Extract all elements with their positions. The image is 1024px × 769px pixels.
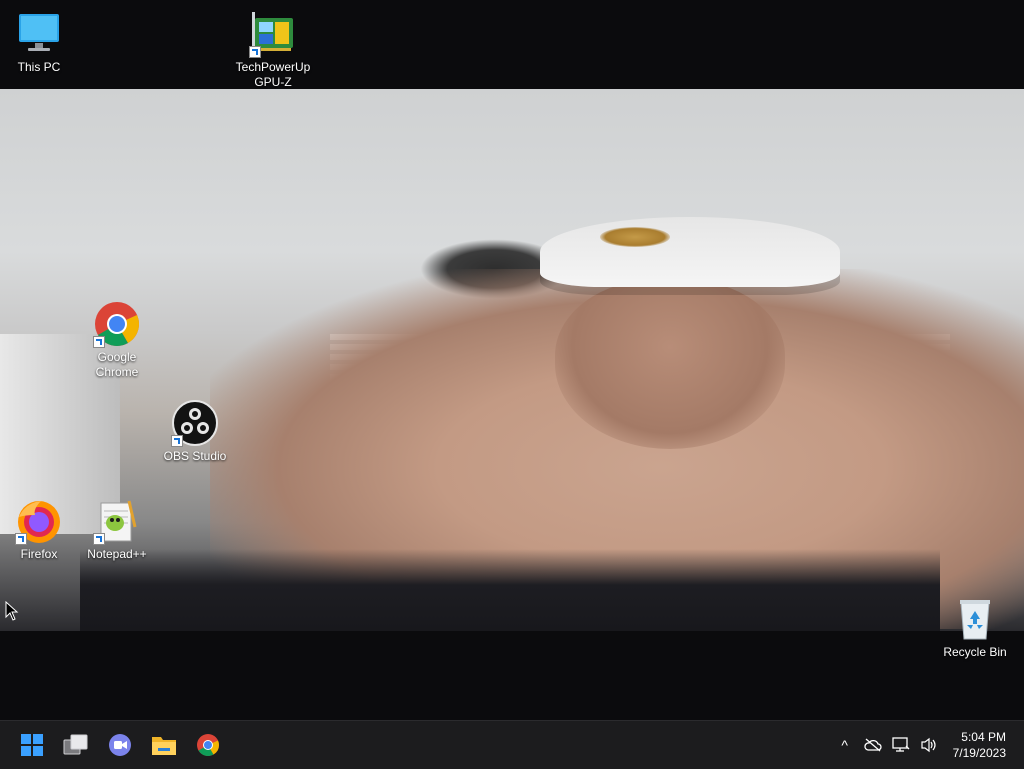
network-icon[interactable] — [887, 731, 915, 759]
desktop-icon-label: TechPowerUp — [235, 60, 311, 74]
desktop-icon-firefox[interactable]: Firefox — [0, 497, 81, 562]
wallpaper-dark-lower — [80, 549, 940, 631]
clock-time: 5:04 PM — [961, 730, 1006, 744]
shortcut-arrow-icon — [93, 336, 105, 348]
gpu-z-icon — [249, 10, 297, 58]
desktop-icon-label: Recycle Bin — [943, 645, 1007, 659]
task-view-button[interactable] — [56, 725, 96, 765]
desktop-icon-recycle-bin[interactable]: Recycle Bin — [933, 595, 1017, 660]
chrome-icon — [93, 300, 141, 348]
recycle-bin-icon — [951, 595, 999, 643]
file-explorer-button[interactable] — [144, 725, 184, 765]
teams-chat-button[interactable] — [100, 725, 140, 765]
start-button[interactable] — [12, 725, 52, 765]
this-pc-icon — [15, 10, 63, 58]
system-tray: ^ 5:04 PM 7/19/2023 — [831, 721, 1024, 769]
desktop-icon-label: Firefox — [20, 547, 58, 561]
taskbar-clock[interactable]: 5:04 PM 7/19/2023 — [953, 729, 1006, 761]
notepadpp-icon — [93, 497, 141, 545]
desktop-icon-chrome[interactable]: Google Chrome — [75, 300, 159, 380]
desktop-icon-label: This PC — [17, 60, 61, 74]
desktop-icon-label: Notepad++ — [87, 547, 147, 561]
obs-icon — [171, 399, 219, 447]
clock-date: 7/19/2023 — [952, 746, 1006, 760]
wallpaper-cap — [540, 217, 840, 287]
desktop-icon-label: OBS Studio — [163, 449, 227, 463]
desktop-icon-label: Chrome — [95, 365, 139, 379]
desktop-icon-label: GPU-Z — [254, 75, 292, 89]
shortcut-arrow-icon — [15, 533, 27, 545]
volume-icon[interactable] — [915, 731, 943, 759]
desktop-icon-this-pc[interactable]: This PC — [0, 10, 81, 75]
shortcut-arrow-icon — [171, 435, 183, 447]
desktop-icon-gpu-z[interactable]: TechPowerUp GPU-Z — [231, 10, 315, 90]
start-icon — [21, 734, 43, 756]
taskbar: ^ 5:04 PM 7/19/2023 — [0, 720, 1024, 769]
desktop-icon-notepadpp[interactable]: Notepad++ — [75, 497, 159, 562]
show-hidden-icons-button[interactable]: ^ — [831, 731, 859, 759]
teams-chat-icon — [109, 734, 131, 756]
desktop-icon-obs[interactable]: OBS Studio — [153, 399, 237, 464]
shortcut-arrow-icon — [93, 533, 105, 545]
chevron-up-icon: ^ — [841, 737, 848, 753]
chrome-taskbar-button[interactable] — [188, 725, 228, 765]
chrome-icon — [197, 734, 219, 756]
desktop-icon-label: Google — [97, 350, 137, 364]
wallpaper-face — [555, 279, 785, 449]
onedrive-offline-icon[interactable] — [859, 731, 887, 759]
task-view-icon — [63, 734, 88, 755]
wallpaper-cap-logo — [600, 227, 670, 247]
mouse-cursor-icon — [5, 601, 19, 621]
shortcut-arrow-icon — [249, 46, 261, 58]
file-explorer-icon — [152, 737, 176, 755]
firefox-icon — [15, 497, 63, 545]
